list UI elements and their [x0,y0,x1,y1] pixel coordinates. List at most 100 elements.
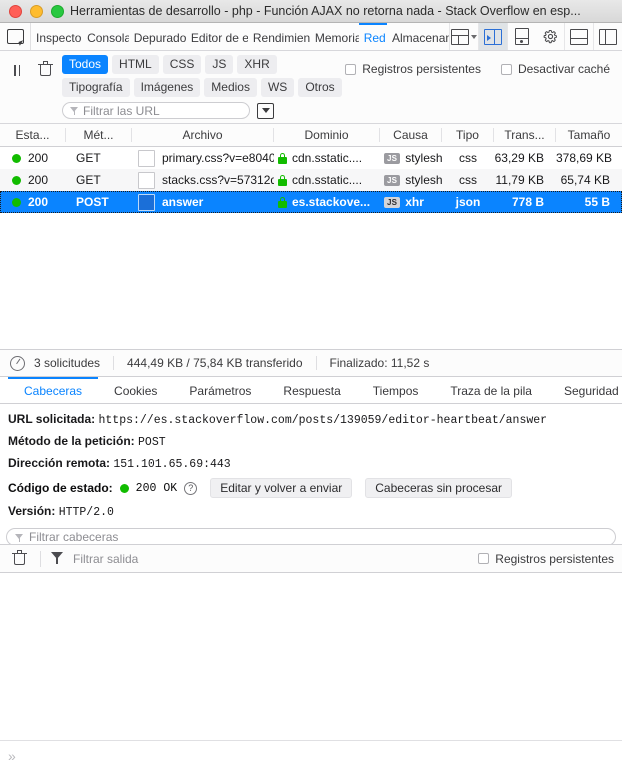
cell-transferred: 11,79 KB [495,173,544,187]
tab-tiempos[interactable]: Tiempos [357,377,435,403]
column-header-method[interactable]: Mét... [66,128,132,142]
funnel-icon[interactable] [51,552,63,565]
filter-html[interactable]: HTML [112,55,159,74]
tab-storage[interactable]: Almacenamiento [387,23,449,50]
disable-cache-option[interactable]: Desactivar caché [500,62,610,76]
request-table-body: 200 GET primary.css?v=e804040... cdn.sst… [0,147,622,213]
filter-otros[interactable]: Otros [298,78,342,97]
window-title: Herramientas de desarrollo - php - Funci… [70,4,581,18]
status-ok-icon [119,483,129,493]
filter-tipografia[interactable]: Tipografía [62,78,130,97]
domain-name: cdn.sstatic.... [292,151,363,165]
version-row: Versión: HTTP/2.0 [0,501,622,523]
element-picker-button[interactable] [0,23,31,50]
prompt-chevron-icon: » [8,748,16,764]
requested-url-row: URL solicitada: https://es.stackoverflow… [0,409,622,431]
element-picker-icon [6,29,24,44]
tab-console[interactable]: Consola [82,23,129,50]
tab-cookies[interactable]: Cookies [98,377,173,403]
dock-side-button[interactable] [593,23,622,50]
devtools-window: Herramientas de desarrollo - php - Funci… [0,0,622,771]
summary-finished: Finalizado: 11,52 s [315,356,443,370]
column-header-cause[interactable]: Causa [380,128,442,142]
tab-seguridad[interactable]: Seguridad [548,377,622,403]
persistent-logs-option[interactable]: Registros persistentes [345,62,481,76]
filter-todos[interactable]: Todos [62,55,109,74]
column-header-type[interactable]: Tipo [442,128,494,142]
status-code: 200 [28,195,49,209]
column-header-status[interactable]: Esta... [0,128,66,142]
requested-url-value[interactable]: https://es.stackoverflow.com/posts/13905… [98,414,547,427]
responsive-layout-button[interactable] [449,23,478,50]
cell-method: POST [76,195,109,209]
question-mark-icon[interactable]: ? [184,481,198,495]
request-table-header: Esta... Mét... Archivo Dominio Causa Tip… [0,124,622,147]
status-ok-icon [12,175,21,185]
column-header-file[interactable]: Archivo [132,128,274,142]
table-row[interactable]: 200 POST answer es.stackove... JS xhr js… [0,191,622,213]
console-persistent-logs-checkbox[interactable] [478,553,490,564]
cell-type: json [455,195,481,209]
settings-button[interactable] [536,23,564,50]
cell-type: css [459,173,477,187]
filter-js[interactable]: JS [205,55,234,74]
cell-size: 65,74 KB [560,173,610,187]
lock-icon [278,174,287,186]
request-type-filters: Todos HTML CSS JS XHR Tipografía Imágene… [62,55,345,97]
tab-parametros[interactable]: Parámetros [173,377,267,403]
cell-domain: cdn.sstatic.... [274,151,380,165]
tab-performance[interactable]: Rendimiento [248,23,310,50]
devtools-tabstrip: Inspector Consola Depurador Editor de es… [0,23,622,51]
status-ok-icon [12,153,21,163]
disable-cache-checkbox[interactable] [500,63,512,75]
dock-bottom-button[interactable] [564,23,593,50]
filter-xhr[interactable]: XHR [237,55,277,74]
console-filter-input[interactable]: Filtrar salida [73,552,468,566]
raw-headers-button[interactable]: Cabeceras sin procesar [365,478,512,498]
clear-requests-button[interactable] [34,59,56,81]
split-console-button[interactable] [478,23,507,50]
pause-recording-button[interactable] [6,59,28,81]
columns-dropdown-button[interactable] [257,102,274,119]
remote-address-value: 151.101.65.69:443 [113,458,231,471]
url-filter-input[interactable]: Filtrar las URL [62,102,250,119]
column-header-transferred[interactable]: Trans... [494,128,556,142]
clear-console-button[interactable] [8,548,30,570]
tab-memory[interactable]: Memoria [310,23,359,50]
responsive-design-mode-button[interactable] [507,23,536,50]
table-row[interactable]: 200 GET primary.css?v=e804040... cdn.sst… [0,147,622,169]
tab-respuesta[interactable]: Respuesta [267,377,356,403]
js-badge-icon: JS [384,196,401,208]
filter-imagenes[interactable]: Imágenes [133,78,201,97]
network-throttle-button[interactable] [0,355,34,371]
filter-medios[interactable]: Medios [204,78,257,97]
table-row[interactable]: 200 GET stacks.css?v=57312d53f... cdn.ss… [0,169,622,191]
lock-icon [278,152,287,164]
console-output-area[interactable] [0,573,622,740]
dock-bottom-icon [570,28,588,45]
tab-style-editor[interactable]: Editor de estilo [186,23,248,50]
request-method-label: Método de la petición: [8,434,135,448]
tab-label: Memoria [314,30,359,45]
column-header-size[interactable]: Tamaño [556,128,622,142]
headers-filter-input[interactable]: Filtrar cabeceras [6,528,616,544]
console-persistent-logs-option[interactable]: Registros persistentes [478,552,614,566]
cell-domain: es.stackove... [274,195,380,209]
tab-cabeceras[interactable]: Cabeceras [8,377,99,403]
status-text: OK [163,481,178,495]
cell-file: stacks.css?v=57312d53f... [132,171,274,189]
column-header-domain[interactable]: Dominio [274,128,380,142]
persistent-logs-checkbox[interactable] [345,63,357,75]
filter-ws[interactable]: WS [260,78,295,97]
request-table-empty-area[interactable] [0,213,622,349]
resend-button[interactable]: Editar y volver a enviar [210,478,353,498]
file-type-icon [138,171,155,189]
tab-debugger[interactable]: Depurador [129,23,186,50]
tab-traza-de-la-pila[interactable]: Traza de la pila [434,377,548,403]
split-console-icon [484,28,502,45]
filter-css[interactable]: CSS [162,55,202,74]
tab-inspector[interactable]: Inspector [31,23,82,50]
lock-icon [278,196,287,208]
console-input-prompt[interactable]: » [0,740,622,771]
tab-network[interactable]: Red [358,23,387,50]
